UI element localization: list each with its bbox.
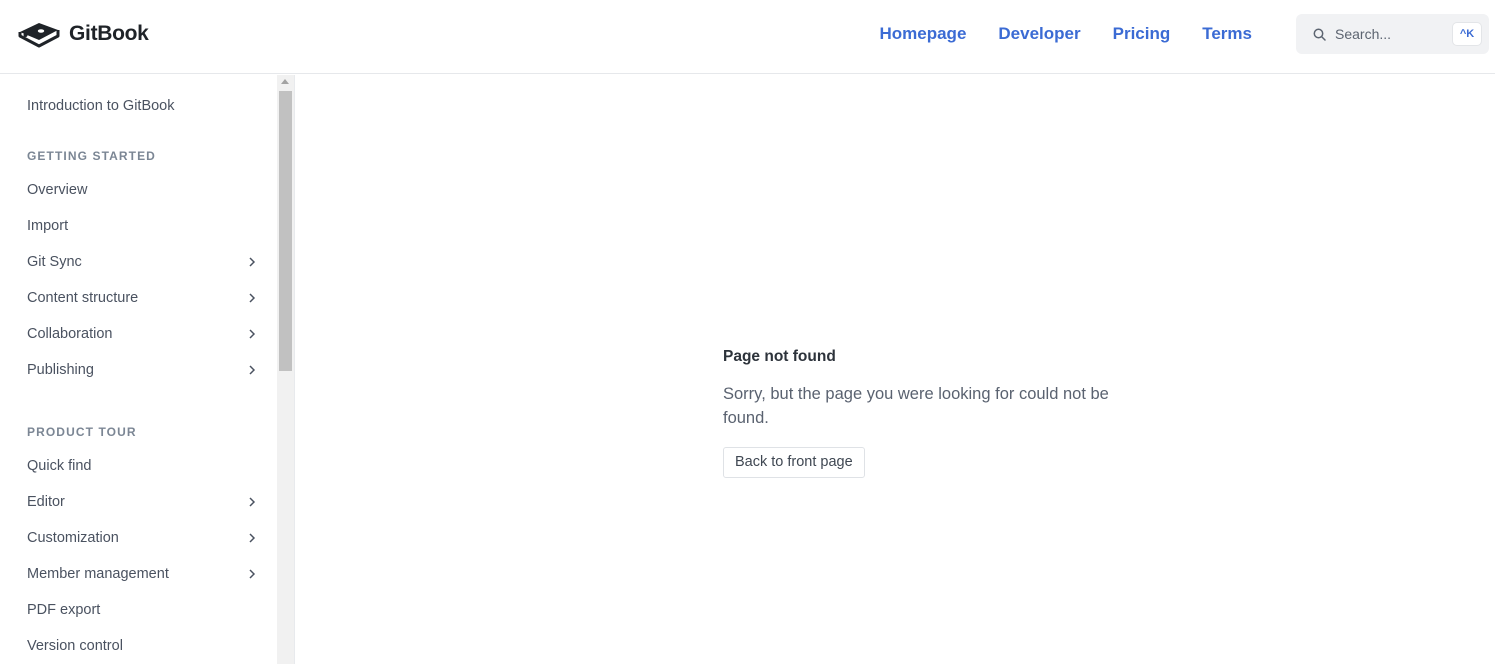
sidebar-item-quick-find[interactable]: Quick find (27, 454, 267, 478)
sidebar-divider (294, 75, 295, 664)
sidebar-item-label: Introduction to GitBook (27, 98, 175, 114)
nav-developer-link[interactable]: Developer (998, 24, 1080, 44)
scrollbar-thumb[interactable] (279, 91, 292, 371)
sidebar-item-label: Collaboration (27, 326, 113, 342)
sidebar-item-publishing[interactable]: Publishing (27, 358, 267, 382)
not-found-message: Sorry, but the page you were looking for… (723, 385, 1109, 427)
chevron-right-icon[interactable] (247, 257, 257, 267)
sidebar-item-label: Content structure (27, 290, 139, 306)
gitbook-logo-icon (18, 23, 60, 48)
scroll-up-arrow-icon[interactable] (281, 79, 289, 84)
sidebar-item-label: Quick find (27, 458, 92, 474)
sidebar-item-import[interactable]: Import (27, 214, 267, 238)
sidebar-item-label: Member management (27, 566, 169, 582)
sidebar-item-member-management[interactable]: Member management (27, 562, 267, 586)
sidebar-scrollbar[interactable] (277, 75, 294, 664)
search-icon (1313, 28, 1326, 41)
sidebar-item-label: Customization (27, 530, 119, 546)
sidebar-item-collaboration[interactable]: Collaboration (27, 322, 267, 346)
sidebar: Introduction to GitBook GETTING STARTED … (0, 75, 277, 664)
sidebar-item-git-sync[interactable]: Git Sync (27, 250, 267, 274)
section-title-getting-started: GETTING STARTED (27, 149, 156, 163)
nav-homepage-link[interactable]: Homepage (879, 24, 966, 44)
search-placeholder: Search... (1335, 26, 1392, 42)
back-to-front-page-button[interactable]: Back to front page (723, 447, 865, 478)
chevron-right-icon[interactable] (247, 533, 257, 543)
nav-terms-link[interactable]: Terms (1202, 24, 1252, 44)
gitbook-logo[interactable]: GitBook (18, 18, 149, 50)
sidebar-item-label: Import (27, 218, 69, 234)
chevron-right-icon[interactable] (247, 569, 257, 579)
sidebar-item-overview[interactable]: Overview (27, 178, 267, 202)
nav-pricing-link[interactable]: Pricing (1113, 24, 1171, 44)
sidebar-item-version-control[interactable]: Version control (27, 634, 267, 658)
sidebar-item-label: Overview (27, 182, 88, 198)
sidebar-item-content-structure[interactable]: Content structure (27, 286, 267, 310)
sidebar-item-label: Publishing (27, 362, 94, 378)
search-shortcut-badge: ^K (1453, 23, 1481, 45)
section-title-product-tour: PRODUCT TOUR (27, 425, 137, 439)
sidebar-item-label: Editor (27, 494, 65, 510)
top-nav: Homepage Developer Pricing Terms (879, 24, 1252, 44)
not-found-panel: Page not found Sorry, but the page you w… (723, 348, 1123, 478)
sidebar-item-label: Version control (27, 638, 123, 654)
page-title: Page not found (723, 348, 836, 365)
chevron-right-icon[interactable] (247, 365, 257, 375)
sidebar-item-label: Git Sync (27, 254, 82, 270)
sidebar-item-editor[interactable]: Editor (27, 490, 267, 514)
chevron-right-icon[interactable] (247, 329, 257, 339)
top-header: GitBook Homepage Developer Pricing Terms… (0, 0, 1495, 74)
chevron-right-icon[interactable] (247, 497, 257, 507)
sidebar-item-label: PDF export (27, 602, 101, 618)
sidebar-item-customization[interactable]: Customization (27, 526, 267, 550)
search-input[interactable]: Search... ^K (1296, 14, 1489, 54)
chevron-right-icon[interactable] (247, 293, 257, 303)
sidebar-item-introduction[interactable]: Introduction to GitBook (27, 94, 267, 118)
logo-text: GitBook (69, 22, 149, 45)
sidebar-item-pdf-export[interactable]: PDF export (27, 598, 267, 622)
